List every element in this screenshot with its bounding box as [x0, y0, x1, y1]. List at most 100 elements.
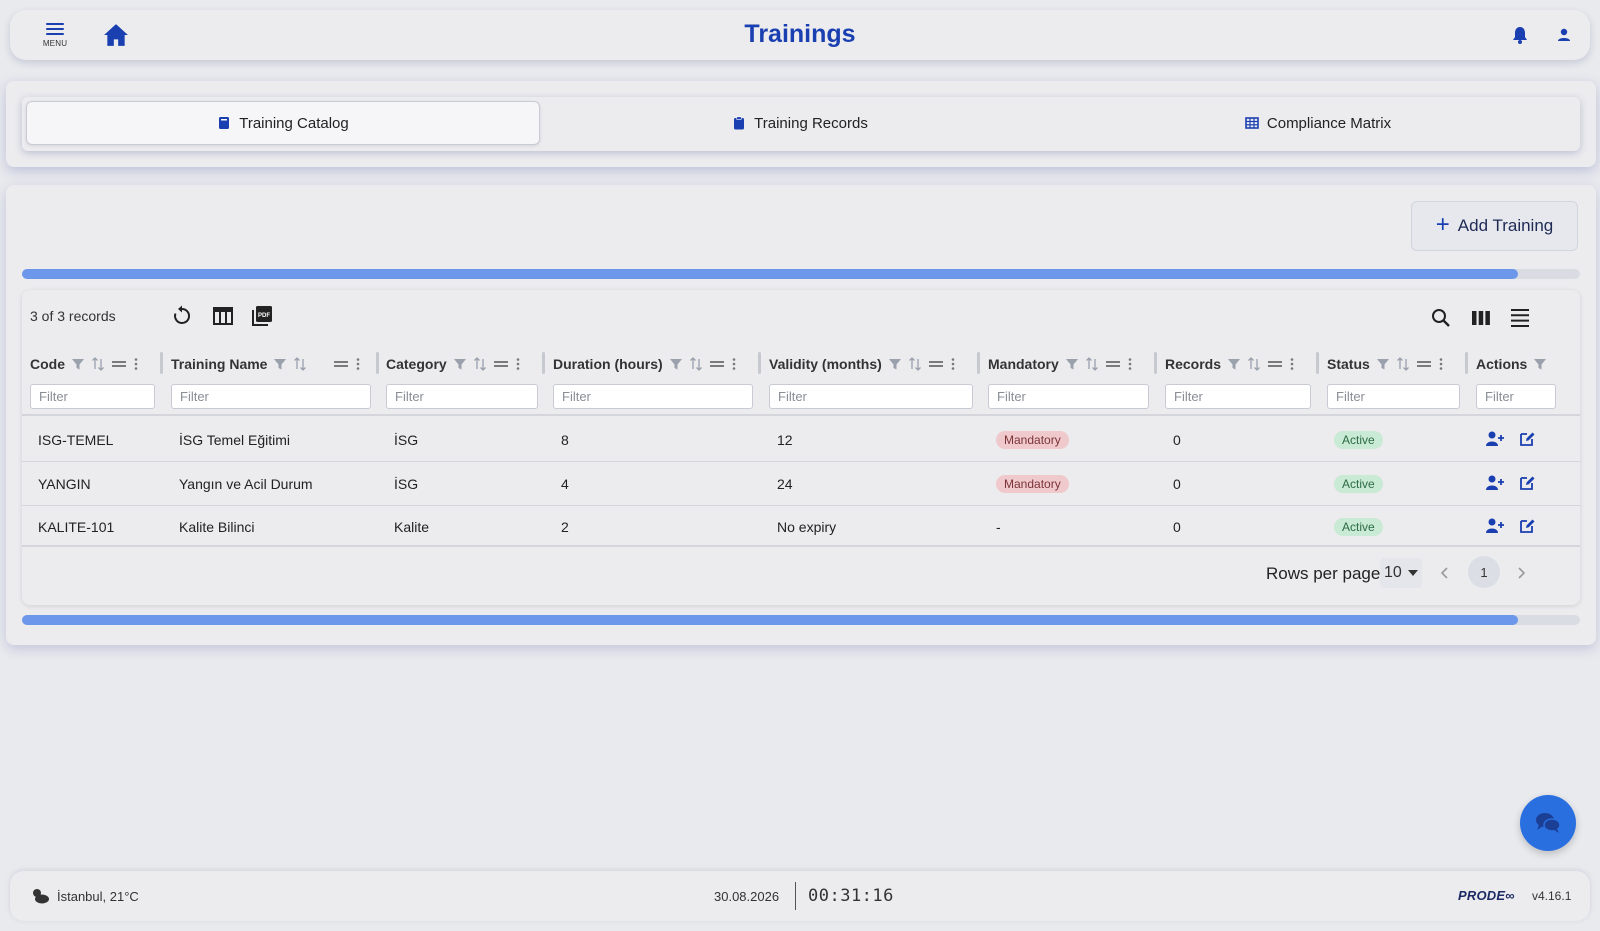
partly-cloudy-icon — [33, 889, 49, 904]
pdf-export-icon[interactable]: PDF — [250, 304, 274, 328]
search-icon[interactable] — [1429, 306, 1453, 330]
column-menu-icon[interactable] — [1127, 357, 1133, 371]
column-menu-icon[interactable] — [1438, 357, 1444, 371]
page-number[interactable]: 1 — [1468, 556, 1500, 588]
filter-records[interactable] — [1165, 384, 1311, 409]
home-button[interactable] — [103, 23, 129, 47]
column-resize-handle[interactable] — [1154, 352, 1157, 374]
filter-icon[interactable] — [669, 357, 683, 371]
drag-handle-icon[interactable] — [928, 357, 944, 371]
chat-button[interactable] — [1520, 795, 1576, 851]
cell-category: Kalite — [394, 519, 430, 535]
sort-icon[interactable] — [1085, 357, 1099, 371]
table-row[interactable]: ISG-TEMEL İSG Temel Eğitimi İSG 8 12 Mandator… — [22, 418, 1580, 461]
filter-icon[interactable] — [71, 357, 85, 371]
user-button[interactable] — [1554, 25, 1574, 45]
filter-code[interactable] — [30, 384, 155, 409]
edit-button[interactable] — [1518, 517, 1538, 535]
filter-mandatory[interactable] — [988, 384, 1149, 409]
assign-user-button[interactable] — [1485, 517, 1505, 535]
drag-handle-icon[interactable] — [1105, 357, 1121, 371]
menu-icon — [46, 20, 64, 38]
filter-icon[interactable] — [1533, 357, 1547, 371]
drag-handle-icon[interactable] — [709, 357, 725, 371]
drag-handle-icon[interactable] — [333, 357, 349, 371]
column-header-training-name[interactable]: Training Name — [171, 354, 361, 374]
sort-icon[interactable] — [1247, 357, 1261, 371]
sort-icon[interactable] — [908, 357, 922, 371]
filter-training-name[interactable] — [171, 384, 371, 409]
tab-compliance-matrix[interactable]: Compliance Matrix — [1060, 101, 1576, 145]
column-header-validity[interactable]: Validity (months) — [769, 354, 956, 374]
column-header-tools — [888, 357, 956, 371]
sort-icon[interactable] — [91, 357, 105, 371]
column-header-status[interactable]: Status — [1327, 354, 1444, 374]
filter-icon[interactable] — [453, 357, 467, 371]
drag-handle-icon[interactable] — [111, 357, 127, 371]
home-icon — [104, 24, 128, 46]
column-header-label: Mandatory — [988, 356, 1059, 372]
column-resize-handle[interactable] — [376, 352, 379, 374]
tab-training-records[interactable]: Training Records — [542, 101, 1058, 145]
column-menu-icon[interactable] — [731, 357, 737, 371]
user-icon — [1558, 28, 1570, 41]
filter-actions[interactable] — [1476, 384, 1556, 409]
column-resize-handle[interactable] — [758, 352, 761, 374]
column-header-category[interactable]: Category — [386, 354, 521, 374]
column-header-actions[interactable]: Actions — [1476, 354, 1547, 374]
sort-icon[interactable] — [293, 357, 307, 371]
column-header-mandatory[interactable]: Mandatory — [988, 354, 1133, 374]
filter-status[interactable] — [1327, 384, 1460, 409]
table-view-icon[interactable] — [211, 304, 235, 328]
filter-icon[interactable] — [1376, 357, 1390, 371]
edit-button[interactable] — [1518, 430, 1538, 448]
table-row[interactable]: KALITE-101 Kalite Bilinci Kalite 2 No expiry… — [22, 505, 1580, 548]
column-menu-icon[interactable] — [133, 357, 139, 371]
column-resize-handle[interactable] — [977, 352, 980, 374]
assign-user-button[interactable] — [1485, 474, 1505, 492]
filter-validity[interactable] — [769, 384, 973, 409]
add-training-button[interactable]: + Add Training — [1411, 201, 1578, 251]
notifications-button[interactable] — [1510, 25, 1530, 45]
chevron-right-icon[interactable] — [1514, 566, 1528, 580]
sort-icon[interactable] — [473, 357, 487, 371]
filter-icon[interactable] — [1227, 357, 1241, 371]
column-header-label: Code — [30, 356, 65, 372]
column-menu-icon[interactable] — [950, 357, 956, 371]
filter-category[interactable] — [386, 384, 538, 409]
column-header-duration[interactable]: Duration (hours) — [553, 354, 737, 374]
menu-button[interactable]: MENU — [42, 20, 68, 52]
assign-user-button[interactable] — [1485, 430, 1505, 448]
drag-handle-icon[interactable] — [1267, 357, 1283, 371]
columns-icon[interactable] — [1469, 306, 1493, 330]
column-resize-handle[interactable] — [160, 352, 163, 374]
version-text: v4.16.1 — [1532, 889, 1572, 903]
column-resize-handle[interactable] — [542, 352, 545, 374]
filter-duration[interactable] — [553, 384, 753, 409]
filter-icon[interactable] — [273, 357, 287, 371]
column-header-label: Actions — [1476, 356, 1528, 372]
refresh-icon[interactable] — [170, 304, 194, 328]
tab-label: Compliance Matrix — [1266, 114, 1392, 132]
edit-button[interactable] — [1518, 474, 1538, 492]
column-header-code[interactable]: Code — [30, 354, 139, 374]
chevron-left-icon[interactable] — [1438, 566, 1452, 580]
drag-handle-icon[interactable] — [1416, 357, 1432, 371]
sort-icon[interactable] — [689, 357, 703, 371]
table-row[interactable]: YANGIN Yangın ve Acil Durum İSG 4 24 Mandator… — [22, 462, 1580, 505]
density-icon[interactable] — [1508, 306, 1532, 330]
column-header-records[interactable]: Records — [1165, 354, 1295, 374]
column-menu-icon[interactable] — [515, 357, 521, 371]
sort-icon[interactable] — [1396, 357, 1410, 371]
column-menu-icon[interactable] — [355, 357, 361, 371]
user-plus-icon — [1486, 431, 1504, 446]
cell-mandatory: - — [996, 519, 1001, 535]
drag-handle-icon[interactable] — [493, 357, 509, 371]
column-menu-icon[interactable] — [1289, 357, 1295, 371]
rows-per-page-select[interactable]: 10 — [1380, 558, 1422, 588]
tab-training-catalog[interactable]: Training Catalog — [26, 101, 540, 145]
filter-icon[interactable] — [1065, 357, 1079, 371]
filter-icon[interactable] — [888, 357, 902, 371]
column-resize-handle[interactable] — [1465, 352, 1468, 374]
column-resize-handle[interactable] — [1316, 352, 1319, 374]
